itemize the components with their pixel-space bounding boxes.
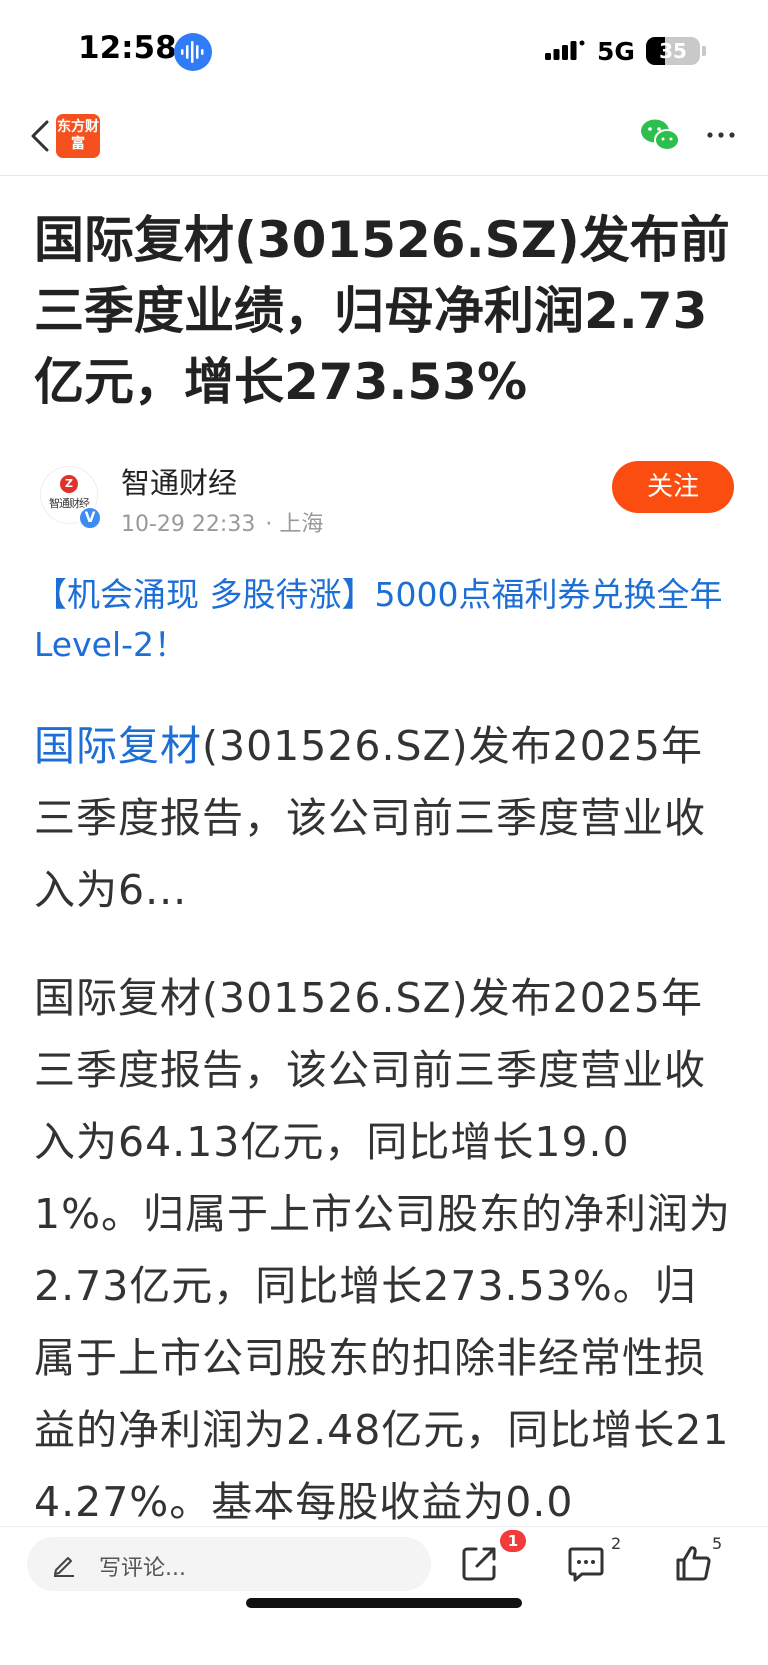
comment-icon xyxy=(568,1547,604,1582)
verified-icon: V xyxy=(78,506,102,530)
nav-bar: 东方财富 xyxy=(0,100,768,176)
follow-button[interactable]: 关注 xyxy=(612,461,734,513)
battery-cap xyxy=(702,46,706,56)
pen-icon xyxy=(54,1557,74,1577)
wechat-icon[interactable] xyxy=(640,118,680,152)
comments-button[interactable] xyxy=(566,1543,610,1587)
author-name[interactable]: 智通财经 xyxy=(121,460,237,502)
publish-location: · 上海 xyxy=(265,512,324,537)
article-body: 国际复材(301526.SZ)发布2025年三季度报告，该公司前三季度营业收入为… xyxy=(34,974,732,1526)
article-summary: 国际复材(301526.SZ)发布2025年三季度报告，该公司前三季度营业收入为… xyxy=(34,710,734,926)
thumbs-up-icon xyxy=(676,1546,711,1581)
battery-icon: 35 xyxy=(646,37,700,65)
article-title: 国际复材(301526.SZ)发布前三季度业绩，归母净利润2.73亿元，增长27… xyxy=(34,211,730,411)
home-indicator xyxy=(246,1598,522,1608)
share-icon xyxy=(462,1547,496,1581)
like-count: 5 xyxy=(712,1534,723,1553)
stock-link[interactable]: 国际复材 xyxy=(34,722,202,770)
more-icon[interactable] xyxy=(706,120,736,150)
battery-percent: 35 xyxy=(659,39,687,63)
comment-input[interactable]: 写评论... xyxy=(27,1537,431,1591)
status-time: 12:58 xyxy=(78,30,177,66)
publish-date: 10-29 22:33 xyxy=(121,512,256,537)
avatar-logo-icon: Z xyxy=(60,475,78,493)
app-logo: 东方财富 xyxy=(56,114,100,158)
audio-listen-icon[interactable] xyxy=(174,33,212,71)
cellular-signal-icon xyxy=(545,40,585,60)
bottom-action-bar: 写评论... 1 2 5 xyxy=(0,1526,768,1665)
network-type: 5G xyxy=(597,37,635,66)
share-button[interactable] xyxy=(460,1543,504,1587)
status-bar: 12:58 5G 35 xyxy=(0,0,768,100)
share-badge: 1 xyxy=(500,1530,526,1552)
author-meta: 10-29 22:33 · 上海 xyxy=(121,506,333,538)
comment-count: 2 xyxy=(611,1534,622,1553)
comment-placeholder: 写评论... xyxy=(99,1556,186,1581)
promo-link[interactable]: 【机会涌现 多股待涨】5000点福利券兑换全年Level-2！ xyxy=(34,570,734,670)
